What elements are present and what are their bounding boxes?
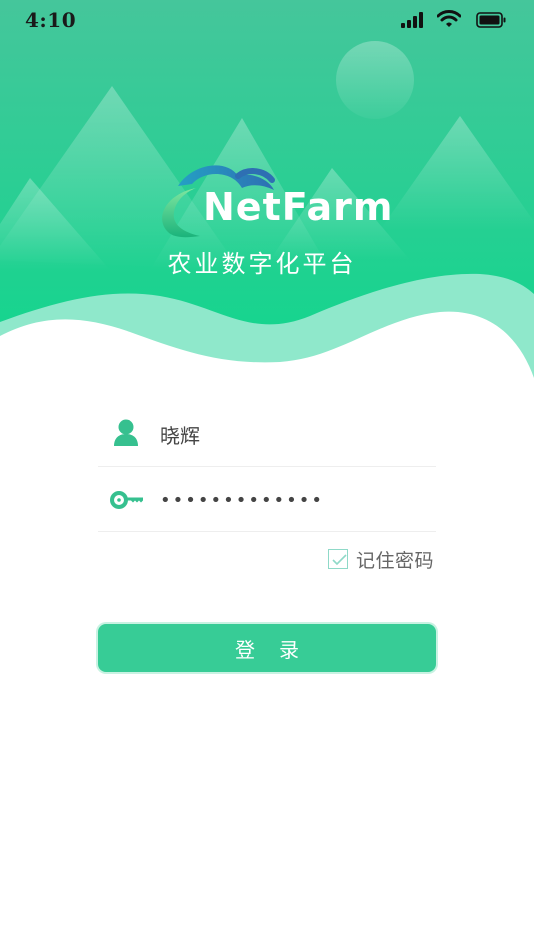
username-input[interactable] [160, 419, 420, 449]
checkmark-icon [332, 554, 347, 566]
remember-password[interactable]: 记住密码 [327, 546, 434, 572]
password-input[interactable] [160, 485, 420, 515]
login-screen: 4:10 NetFarm 农业数字化平台 晓辉 ••••••••••••• 记住… [0, 0, 534, 950]
status-time: 4:10 [25, 8, 77, 32]
cellular-signal-icon [401, 12, 423, 28]
login-button[interactable]: 登录 [98, 624, 436, 672]
key-icon [110, 491, 143, 509]
brand-tagline: 农业数字化平台 [167, 250, 357, 278]
password-row [98, 467, 436, 532]
battery-icon [476, 12, 506, 28]
brand-name: NetFarm [203, 185, 394, 229]
username-row [98, 400, 436, 467]
user-icon [114, 419, 138, 446]
wifi-icon [437, 10, 461, 27]
remember-checkbox[interactable] [327, 549, 348, 569]
status-bar: 4:10 [0, 0, 534, 40]
login-form: 记住密码 [98, 400, 436, 572]
remember-label: 记住密码 [355, 549, 434, 572]
